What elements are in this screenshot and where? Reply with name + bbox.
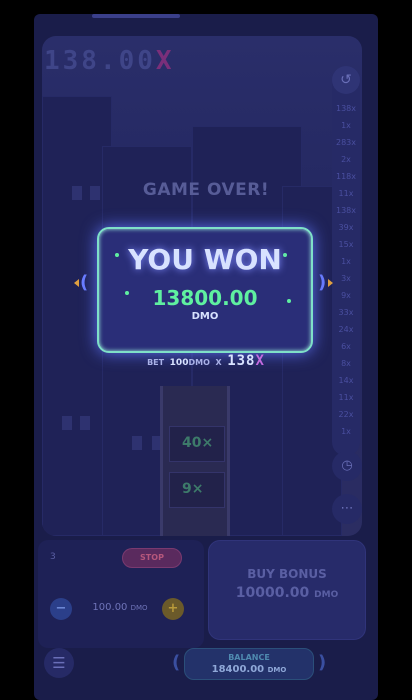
bet-panel: 3 STOP − 100.00 DMO + [38, 540, 204, 648]
win-popup: YOU WON 13800.00 DMO [97, 227, 313, 353]
bet-multiplier-suffix: X [255, 353, 265, 369]
speedometer-icon[interactable]: ◷ [332, 451, 362, 481]
left-bracket: ( [74, 272, 88, 293]
history-item: 138x [335, 104, 356, 113]
history-rail[interactable]: ↺ 138x 1x 283x 2x 118x 11x 138x 39x 15x … [332, 66, 360, 456]
game-over-text: GAME OVER! [142, 180, 270, 200]
bet-label: BET [147, 358, 165, 367]
decrease-bet-button[interactable]: − [50, 598, 72, 620]
win-amount: 13800.00 [152, 286, 258, 310]
times-sign: X [215, 358, 222, 367]
top-handle [92, 14, 180, 18]
history-item: 15x [338, 240, 354, 249]
bet-summary: BET 100DMO X 138X [34, 350, 378, 369]
win-currency: DMO [191, 311, 219, 322]
current-multiplier: 138.00X [44, 46, 175, 76]
balance-left-bracket: ( [172, 652, 181, 673]
buy-bonus-unit: DMO [314, 590, 339, 600]
buy-bonus-price: 10000.00 DMO [209, 585, 365, 601]
history-item: 22x [338, 410, 354, 419]
tower-floor: 9× [169, 472, 225, 508]
win-title: YOU WON [128, 243, 282, 276]
increase-bet-button[interactable]: + [162, 598, 184, 620]
multiplier-tower: 40× 9× [160, 386, 230, 536]
balance-amount: 18400.00 DMO [185, 664, 313, 675]
history-item: 283x [335, 138, 356, 147]
bet-amount-value: 100.00 [92, 602, 128, 613]
buy-bonus-value: 10000.00 [235, 585, 310, 601]
bet-multiplier: 138X [227, 353, 265, 369]
bet-amount: 100 [169, 358, 189, 368]
bet-currency: DMO [188, 358, 210, 367]
right-bracket: ) [318, 272, 333, 293]
left-arrow-icon [74, 279, 79, 287]
bet-amount-unit: DMO [130, 604, 148, 612]
history-icon[interactable]: ↺ [332, 66, 360, 94]
history-item: 3x [341, 274, 351, 283]
tower-floor-label: 40× [182, 435, 214, 451]
balance-display: BALANCE 18400.00 DMO [184, 648, 314, 680]
window [62, 416, 72, 430]
balance-label: BALANCE [228, 653, 270, 662]
history-item: 33x [338, 308, 354, 317]
tower-floor: 40× [169, 426, 225, 462]
history-item: 9x [341, 291, 351, 300]
balance-value: 18400.00 [211, 664, 265, 675]
bet-multiplier-value: 138 [227, 353, 256, 369]
balance-right-bracket: ) [318, 652, 327, 673]
buy-bonus-title: BUY BONUS [247, 567, 327, 581]
history-item: 138x [335, 206, 356, 215]
history-item: 1x [341, 427, 351, 436]
hamburger-icon[interactable]: ☰ [44, 648, 74, 678]
tower-floor-label: 9× [182, 481, 204, 497]
bet-amount-field[interactable]: 100.00 DMO [82, 602, 158, 613]
chat-icon[interactable]: ⋯ [332, 494, 362, 524]
history-item: 11x [338, 393, 354, 402]
autoplay-count[interactable]: 3 [50, 552, 56, 562]
multiplier-suffix: X [155, 46, 175, 76]
history-item: 1x [341, 257, 351, 266]
multiplier-value: 138.00 [44, 46, 156, 76]
history-item: 24x [338, 325, 354, 334]
history-item: 39x [338, 223, 354, 232]
window [132, 436, 142, 450]
window [80, 416, 90, 430]
history-item: 1x [341, 121, 351, 130]
buy-bonus-button[interactable]: BUY BONUS 10000.00 DMO [208, 540, 366, 640]
balance-unit: DMO [267, 666, 287, 674]
right-arrow-icon [328, 279, 333, 287]
history-item: 2x [341, 155, 351, 164]
stop-button[interactable]: STOP [122, 548, 182, 568]
game-frame: 40× 9× ↺ 138x 1x 283x 2x 118x 11x 138x 3… [34, 14, 378, 700]
history-item: 14x [338, 376, 354, 385]
